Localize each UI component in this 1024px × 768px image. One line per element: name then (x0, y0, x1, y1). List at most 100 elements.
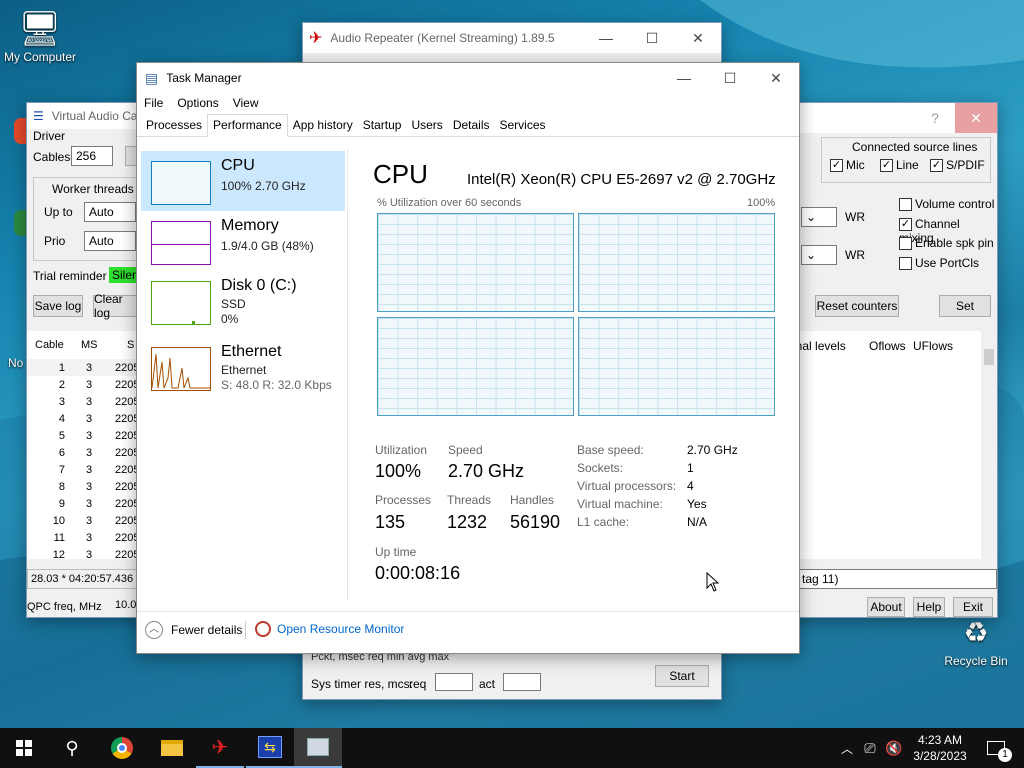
clock[interactable]: 4:23 AM 3/28/2023 (908, 732, 972, 764)
search-icon: ⚲ (65, 737, 79, 758)
task-manager-titlebar[interactable]: ▤ Task Manager — ☐ ✕ (137, 63, 799, 93)
search-button[interactable]: ⚲ (48, 728, 96, 768)
minimize-icon[interactable]: — (661, 63, 707, 93)
spdif-checkbox[interactable]: ✓ S/PDIF (930, 158, 985, 173)
table-cell: 2205 (115, 463, 140, 476)
task-manager-window[interactable]: ▤ Task Manager — ☐ ✕ File Options View P… (136, 62, 800, 654)
cable-combo[interactable]: tag 11) (797, 569, 997, 589)
scrollbar-thumb[interactable] (984, 349, 994, 365)
table-cell: 2205 (115, 446, 140, 459)
exit-button[interactable]: Exit (953, 597, 993, 617)
table-cell: 3 (85, 446, 93, 459)
close-icon[interactable]: ✕ (753, 63, 799, 93)
format-combo-1[interactable]: ⌄ (801, 207, 837, 227)
my-computer-desktop-icon[interactable]: 🖥 My Computer (0, 8, 80, 64)
show-hidden-icons-button[interactable]: ︿ (836, 728, 858, 768)
column-header[interactable]: Cable (27, 339, 71, 351)
notifications-button[interactable]: 1 (976, 728, 1016, 768)
set-button[interactable]: Set (939, 295, 991, 317)
tab-performance[interactable]: Performance (207, 114, 288, 137)
start-button[interactable] (0, 728, 48, 768)
minimize-icon[interactable]: — (583, 23, 629, 53)
memory-thumbnail (151, 221, 211, 265)
sidebar-item-cpu[interactable]: CPU 100% 2.70 GHz (141, 151, 345, 211)
network-tray-button[interactable]: ⎚ (858, 728, 882, 768)
mic-checkbox[interactable]: ✓ Mic (830, 158, 865, 173)
threads-label: Threads (447, 493, 492, 507)
close-icon[interactable]: ✕ (675, 23, 721, 53)
chevron-up-icon: ︿ (840, 741, 853, 756)
folder-icon (161, 740, 183, 756)
menu-file[interactable]: File (144, 96, 163, 110)
table-cell: 3 (85, 378, 93, 391)
tab-users[interactable]: Users (406, 115, 447, 136)
recycle-bin-desktop-icon[interactable]: ♻ Recycle Bin (936, 612, 1016, 668)
vac-taskbar-button[interactable]: ⇆ (246, 728, 294, 768)
help-icon[interactable]: ? (915, 103, 955, 133)
audio-repeater-taskbar-button[interactable]: ✈ (196, 728, 244, 768)
req-field[interactable] (435, 673, 473, 691)
sidebar-subtitle: 1.9/4.0 GB (48%) (221, 239, 314, 253)
prio-select[interactable]: Auto (84, 231, 136, 251)
up-to-select[interactable]: Auto (84, 202, 136, 222)
table-cell: 4 (58, 412, 65, 425)
column-header[interactable]: Oflows (869, 339, 906, 353)
act-label: act (479, 677, 496, 691)
tab-app-history[interactable]: App history (288, 115, 358, 136)
sidebar-item-memory[interactable]: Memory 1.9/4.0 GB (48%) (141, 211, 345, 271)
sidebar-subtitle: 100% 2.70 GHz (221, 179, 306, 193)
fewer-details-button[interactable]: ︿ Fewer details (145, 621, 242, 639)
file-explorer-taskbar-button[interactable] (148, 728, 196, 768)
chrome-taskbar-button[interactable] (98, 728, 146, 768)
column-header[interactable]: MS (71, 339, 111, 351)
tab-startup[interactable]: Startup (358, 115, 407, 136)
audio-repeater-titlebar[interactable]: ✈ Audio Repeater (Kernel Streaming) 1.89… (303, 23, 721, 53)
line-checkbox[interactable]: ✓ Line (880, 158, 919, 173)
start-button[interactable]: Start (655, 665, 709, 687)
task-manager-taskbar-button[interactable] (294, 728, 342, 768)
act-field[interactable] (503, 673, 541, 691)
format-combo-2[interactable]: ⌄ (801, 245, 837, 265)
trial-reminder-label: Trial reminder (33, 269, 107, 283)
sidebar-item-ethernet[interactable]: Ethernet Ethernet S: 48.0 R: 32.0 Kbps (141, 337, 345, 397)
table-cell: 2205 (115, 378, 140, 391)
up-to-label: Up to (44, 205, 73, 219)
spec-value: 1 (687, 461, 694, 475)
maximize-icon[interactable]: ☐ (629, 23, 675, 53)
sidebar-item-disk[interactable]: Disk 0 (C:) SSD 0% (141, 271, 345, 331)
menu-view[interactable]: View (233, 96, 259, 110)
about-button[interactable]: About (867, 597, 905, 617)
clock-time: 4:23 AM (917, 733, 963, 747)
tab-details[interactable]: Details (448, 115, 495, 136)
use-portcls-checkbox[interactable]: Use PortCls (899, 256, 979, 271)
table-cell: 3 (85, 361, 93, 374)
page-title: CPU (373, 159, 428, 189)
open-resource-monitor-link[interactable]: Open Resource Monitor (255, 621, 404, 637)
vac-control-panel-window[interactable]: ? ✕ Connected source lines ✓ Mic ✓ Line ✓ S… (780, 102, 998, 618)
maximize-icon[interactable]: ☐ (707, 63, 753, 93)
enable-spk-pin-checkbox[interactable]: Enable spk pin (899, 236, 994, 251)
scrollbar[interactable] (981, 331, 997, 559)
volume-tray-button[interactable]: 🔇 (882, 728, 906, 768)
help-button[interactable]: Help (913, 597, 945, 617)
tab-processes[interactable]: Processes (141, 115, 207, 136)
table-cell: 2205 (115, 361, 140, 374)
spec-value: 2.70 GHz (687, 443, 738, 457)
save-log-button[interactable]: Save log (33, 295, 83, 317)
column-header[interactable]: UFlows (913, 339, 953, 353)
volume-control-checkbox[interactable]: Volume control (899, 197, 994, 212)
table-cell: 2205 (115, 395, 140, 408)
disk-thumbnail (151, 281, 211, 325)
wr-label: WR (845, 210, 865, 224)
menu-options[interactable]: Options (177, 96, 218, 110)
column-header[interactable]: S (111, 339, 134, 351)
table-cell: 2205 (115, 480, 140, 493)
control-panel-titlebar[interactable]: ? ✕ (781, 103, 997, 133)
reset-counters-button[interactable]: Reset counters (815, 295, 899, 317)
cables-spinner[interactable]: 256 (71, 146, 113, 166)
tab-services[interactable]: Services (495, 115, 551, 136)
handles-label: Handles (510, 493, 555, 507)
task-manager-app-icon: ▤ (145, 69, 159, 86)
table-cell: 3 (85, 463, 93, 476)
close-icon[interactable]: ✕ (955, 103, 997, 133)
